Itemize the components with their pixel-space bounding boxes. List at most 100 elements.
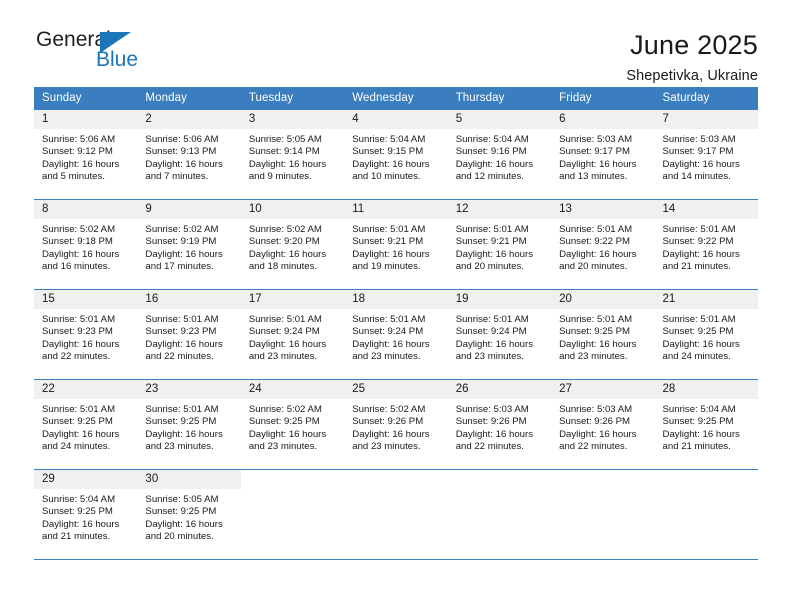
weekday-header-row: Sunday Monday Tuesday Wednesday Thursday… — [34, 87, 758, 110]
day-number — [448, 470, 551, 489]
day-details: Sunrise: 5:01 AM Sunset: 9:24 PM Daylight:… — [241, 309, 344, 364]
calendar-day-cell-empty — [551, 469, 655, 560]
sunset-text: Sunset: 9:19 PM — [145, 236, 217, 248]
sunrise-text: Sunrise: 5:05 AM — [248, 134, 322, 145]
calendar-day-cell[interactable]: 7 Sunrise: 5:03 AM Sunset: 9:17 PM Daylight… — [654, 109, 758, 200]
calendar-day-cell[interactable]: 28 Sunrise: 5:04 AM Sunset: 9:25 PM Dayligh… — [654, 379, 758, 470]
daylight-text: Daylight: 16 hours and 19 minutes. — [352, 248, 430, 273]
daylight-text: Daylight: 16 hours and 23 minutes. — [455, 338, 534, 363]
calendar-day-cell[interactable]: 19 Sunrise: 5:01 AM Sunset: 9:24 PM Dayligh… — [447, 289, 552, 380]
calendar-day-cell[interactable]: 16 Sunrise: 5:01 AM Sunset: 9:23 PM Dayligh… — [137, 289, 241, 380]
calendar-day-cell-empty — [344, 469, 448, 560]
calendar-day-cell[interactable]: 25 Sunrise: 5:02 AM Sunset: 9:26 PM Dayligh… — [344, 379, 448, 470]
day-number — [655, 470, 758, 489]
calendar-day-cell[interactable]: 1 Sunrise: 5:06 AM Sunset: 9:12 PM Daylight… — [34, 109, 138, 200]
day-details: Sunrise: 5:04 AM Sunset: 9:15 PM Daylight:… — [344, 129, 447, 184]
sunset-text: Sunset: 9:23 PM — [42, 326, 113, 338]
day-details: Sunrise: 5:02 AM Sunset: 9:20 PM Daylight:… — [241, 219, 344, 274]
daylight-text: Daylight: 16 hours and 23 minutes. — [559, 338, 637, 363]
daylight-text: Daylight: 16 hours and 7 minutes. — [145, 158, 223, 183]
calendar-day-cell[interactable]: 8 Sunrise: 5:02 AM Sunset: 9:18 PM Daylight… — [34, 199, 138, 290]
sunrise-text: Sunrise: 5:03 AM — [455, 404, 529, 415]
day-details: Sunrise: 5:01 AM Sunset: 9:22 PM Daylight:… — [655, 219, 758, 274]
daylight-text: Daylight: 16 hours and 22 minutes. — [145, 338, 223, 363]
calendar-day-cell[interactable]: 9 Sunrise: 5:02 AM Sunset: 9:19 PM Daylight… — [137, 199, 241, 290]
calendar-week-row: 1 Sunrise: 5:06 AM Sunset: 9:12 PM Daylight… — [34, 109, 758, 200]
daylight-text: Daylight: 16 hours and 22 minutes. — [455, 428, 534, 453]
sunset-text: Sunset: 9:26 PM — [559, 416, 631, 428]
day-number: 17 — [240, 290, 345, 309]
sunset-text: Sunset: 9:25 PM — [559, 326, 631, 338]
calendar-day-cell[interactable]: 2 Sunrise: 5:06 AM Sunset: 9:13 PM Daylight… — [137, 109, 241, 200]
sunrise-text: Sunrise: 5:02 AM — [352, 404, 426, 415]
day-number: 19 — [447, 290, 552, 309]
calendar-day-cell[interactable]: 12 Sunrise: 5:01 AM Sunset: 9:21 PM Dayligh… — [447, 199, 552, 290]
calendar-day-cell-empty — [447, 469, 552, 560]
day-number: 16 — [137, 290, 241, 309]
sunrise-text: Sunrise: 5:04 AM — [455, 134, 529, 145]
calendar-day-cell[interactable]: 4 Sunrise: 5:04 AM Sunset: 9:15 PM Daylight… — [344, 109, 448, 200]
sunrise-text: Sunrise: 5:01 AM — [559, 314, 633, 325]
general-blue-logo: General Blue — [34, 28, 174, 76]
weekday-header-wednesday: Wednesday — [344, 87, 448, 110]
day-number: 15 — [34, 290, 138, 309]
sunrise-text: Sunrise: 5:04 AM — [662, 404, 736, 415]
day-number: 22 — [34, 380, 138, 399]
sunset-text: Sunset: 9:24 PM — [248, 326, 320, 338]
calendar-day-cell[interactable]: 17 Sunrise: 5:01 AM Sunset: 9:24 PM Dayligh… — [240, 289, 345, 380]
day-number: 21 — [654, 290, 758, 309]
daylight-text: Daylight: 16 hours and 23 minutes. — [352, 428, 430, 453]
day-number — [551, 470, 654, 489]
daylight-text: Daylight: 16 hours and 22 minutes. — [559, 428, 637, 453]
day-details: Sunrise: 5:02 AM Sunset: 9:18 PM Daylight:… — [34, 219, 137, 274]
calendar-day-cell-empty — [654, 469, 758, 560]
calendar-day-cell[interactable]: 18 Sunrise: 5:01 AM Sunset: 9:24 PM Dayligh… — [344, 289, 448, 380]
sunrise-text: Sunrise: 5:02 AM — [248, 224, 322, 235]
calendar-day-cell[interactable]: 21 Sunrise: 5:01 AM Sunset: 9:25 PM Dayligh… — [654, 289, 758, 380]
sunrise-text: Sunrise: 5:04 AM — [42, 494, 116, 505]
day-details: Sunrise: 5:03 AM Sunset: 9:17 PM Daylight:… — [655, 129, 758, 184]
daylight-text: Daylight: 16 hours and 21 minutes. — [42, 518, 120, 543]
calendar-day-cell[interactable]: 30 Sunrise: 5:05 AM Sunset: 9:25 PM Dayligh… — [137, 469, 241, 560]
calendar-day-cell[interactable]: 20 Sunrise: 5:01 AM Sunset: 9:25 PM Dayligh… — [551, 289, 655, 380]
daylight-text: Daylight: 16 hours and 9 minutes. — [248, 158, 327, 183]
calendar-day-cell[interactable]: 10 Sunrise: 5:02 AM Sunset: 9:20 PM Dayligh… — [240, 199, 345, 290]
daylight-text: Daylight: 16 hours and 18 minutes. — [248, 248, 327, 273]
daylight-text: Daylight: 16 hours and 22 minutes. — [42, 338, 120, 363]
calendar-day-cell[interactable]: 11 Sunrise: 5:01 AM Sunset: 9:21 PM Dayligh… — [344, 199, 448, 290]
day-number: 1 — [34, 110, 138, 129]
sunset-text: Sunset: 9:18 PM — [42, 236, 113, 248]
calendar-day-cell[interactable]: 6 Sunrise: 5:03 AM Sunset: 9:17 PM Daylight… — [551, 109, 655, 200]
calendar-day-cell[interactable]: 13 Sunrise: 5:01 AM Sunset: 9:22 PM Dayligh… — [551, 199, 655, 290]
calendar-day-cell[interactable]: 29 Sunrise: 5:04 AM Sunset: 9:25 PM Dayligh… — [34, 469, 138, 560]
sunset-text: Sunset: 9:22 PM — [662, 236, 734, 248]
weekday-header-tuesday: Tuesday — [240, 87, 345, 110]
day-details: Sunrise: 5:01 AM Sunset: 9:24 PM Daylight:… — [448, 309, 551, 364]
daylight-text: Daylight: 16 hours and 16 minutes. — [42, 248, 120, 273]
calendar-day-cell[interactable]: 15 Sunrise: 5:01 AM Sunset: 9:23 PM Dayligh… — [34, 289, 138, 380]
logo-text-blue: Blue — [96, 48, 139, 71]
calendar-day-cell[interactable]: 27 Sunrise: 5:03 AM Sunset: 9:26 PM Dayligh… — [551, 379, 655, 470]
calendar-day-cell[interactable]: 14 Sunrise: 5:01 AM Sunset: 9:22 PM Dayligh… — [654, 199, 758, 290]
weekday-header-friday: Friday — [551, 87, 655, 110]
calendar-day-cell[interactable]: 26 Sunrise: 5:03 AM Sunset: 9:26 PM Dayligh… — [447, 379, 552, 470]
calendar-day-cell[interactable]: 22 Sunrise: 5:01 AM Sunset: 9:25 PM Dayligh… — [34, 379, 138, 470]
calendar-day-cell[interactable]: 24 Sunrise: 5:02 AM Sunset: 9:25 PM Dayligh… — [240, 379, 345, 470]
day-details: Sunrise: 5:02 AM Sunset: 9:26 PM Daylight:… — [344, 399, 447, 454]
weekday-header-monday: Monday — [137, 87, 241, 110]
calendar-day-cell[interactable]: 23 Sunrise: 5:01 AM Sunset: 9:25 PM Dayligh… — [137, 379, 241, 470]
calendar-day-cell[interactable]: 5 Sunrise: 5:04 AM Sunset: 9:16 PM Daylight… — [447, 109, 552, 200]
day-number: 23 — [137, 380, 241, 399]
day-number — [344, 470, 447, 489]
daylight-text: Daylight: 16 hours and 24 minutes. — [42, 428, 120, 453]
day-details: Sunrise: 5:01 AM Sunset: 9:21 PM Daylight:… — [344, 219, 447, 274]
sunset-text: Sunset: 9:25 PM — [42, 416, 113, 428]
calendar-table: Sunday Monday Tuesday Wednesday Thursday… — [34, 87, 758, 560]
page-header: General Blue June 2025 Shepetivka, Ukrai… — [0, 0, 792, 84]
weekday-header-thursday: Thursday — [447, 87, 552, 110]
title-block: June 2025 Shepetivka, Ukraine — [626, 28, 758, 84]
sunrise-text: Sunrise: 5:01 AM — [352, 224, 426, 235]
location-subtitle: Shepetivka, Ukraine — [626, 68, 758, 85]
calendar-day-cell[interactable]: 3 Sunrise: 5:05 AM Sunset: 9:14 PM Daylight… — [240, 109, 345, 200]
sunrise-text: Sunrise: 5:03 AM — [662, 134, 736, 145]
